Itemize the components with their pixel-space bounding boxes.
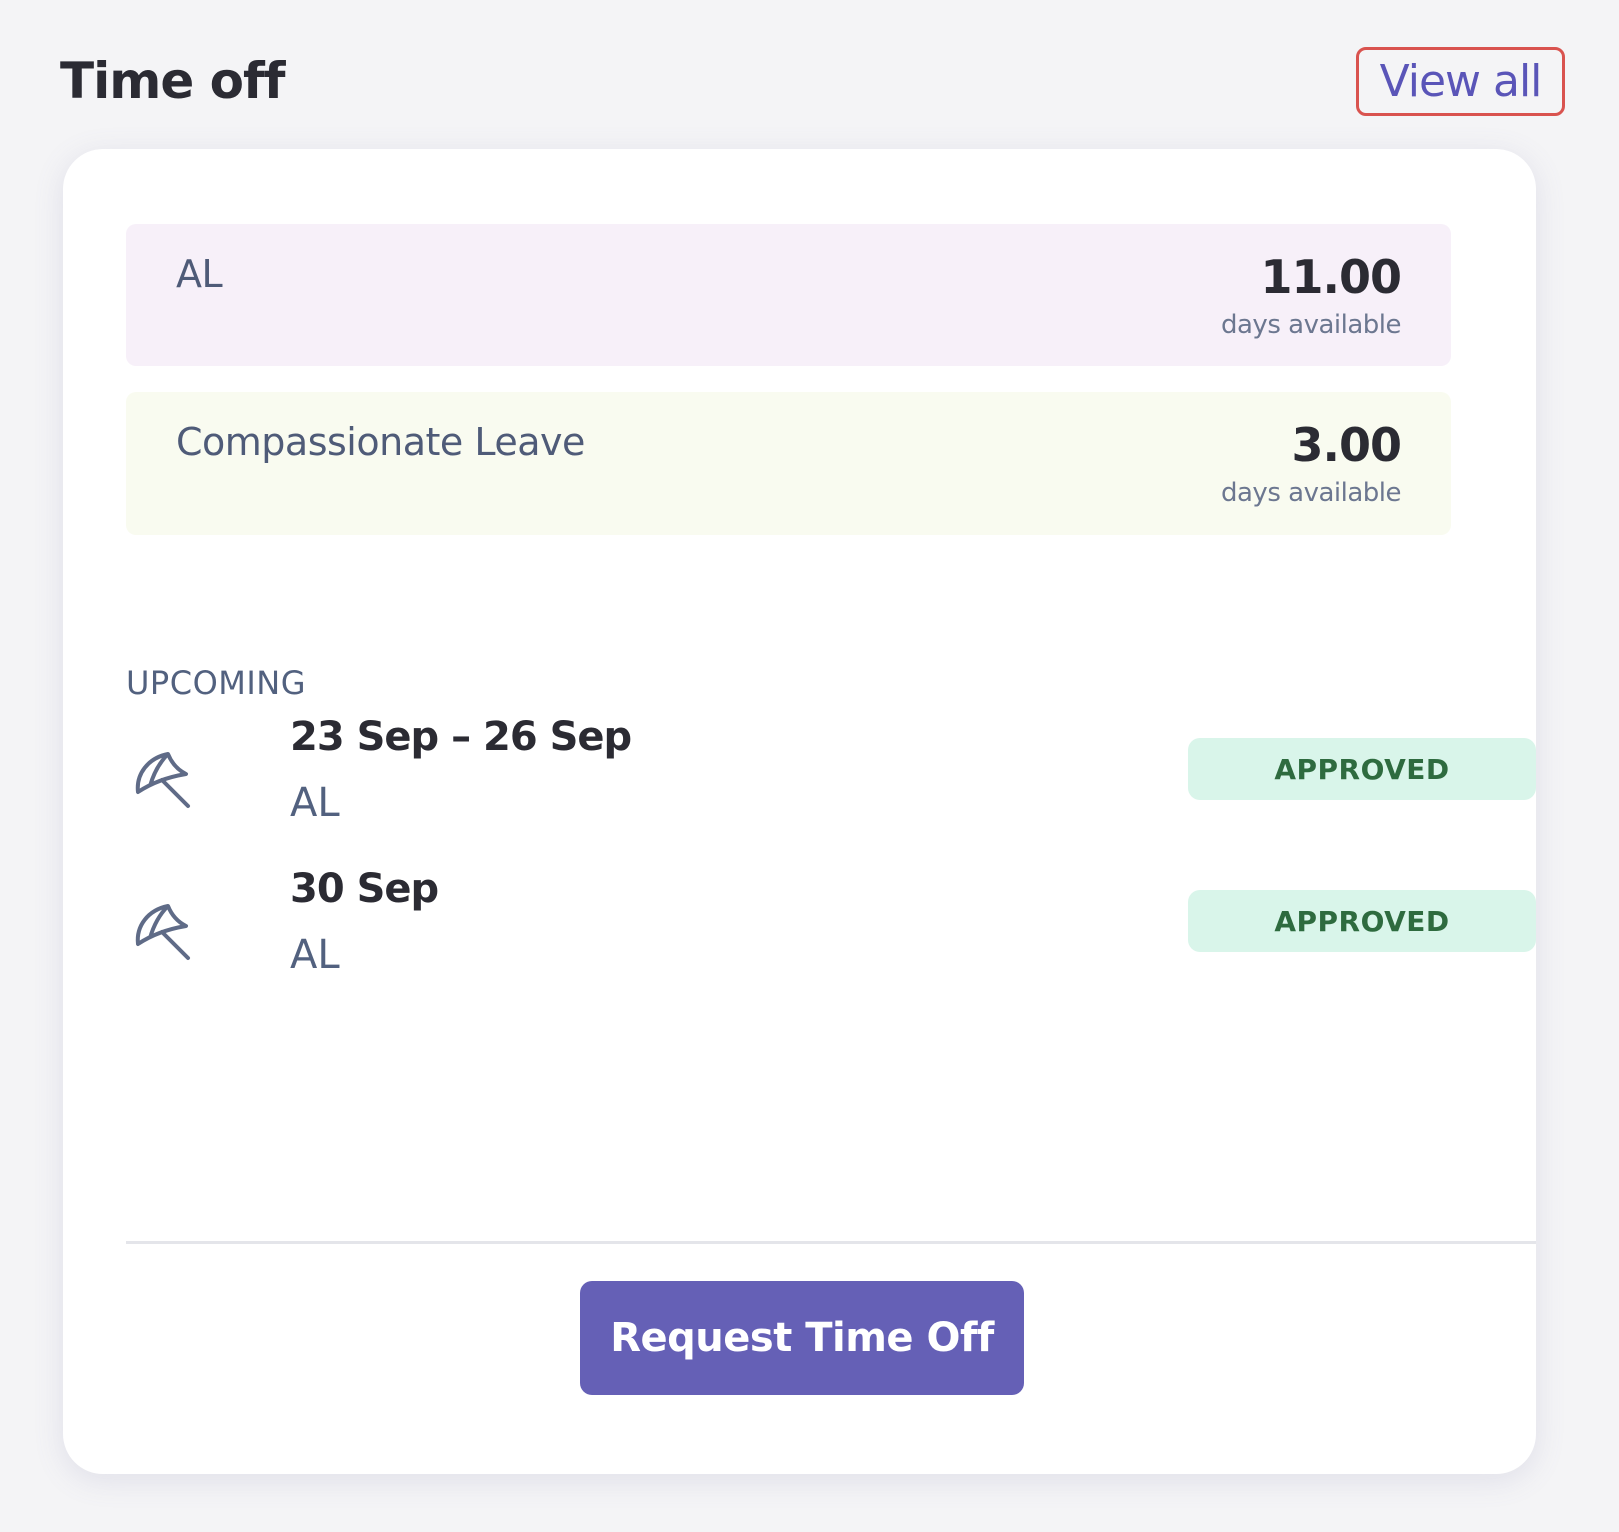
umbrella-icon [135, 904, 190, 960]
time-off-card: AL 11.00 days available Compassionate Le… [63, 149, 1536, 1474]
page-title: Time off [60, 52, 286, 110]
leave-type: AL [290, 932, 340, 978]
balance-value: 11.00 [1260, 250, 1402, 304]
umbrella-icon [135, 752, 190, 808]
balance-unit: days available [1221, 478, 1402, 508]
upcoming-leave-item[interactable]: 30 Sep AL APPROVED [126, 866, 1536, 991]
balance-name: AL [176, 252, 223, 296]
upcoming-leave-item[interactable]: 23 Sep – 26 Sep AL APPROVED [126, 714, 1536, 839]
balance-value: 3.00 [1291, 418, 1402, 472]
view-all-link[interactable]: View all [1356, 47, 1565, 116]
status-badge: APPROVED [1188, 738, 1536, 800]
request-time-off-button[interactable]: Request Time Off [580, 1281, 1024, 1395]
leave-dates: 30 Sep [290, 866, 439, 912]
leave-type: AL [290, 780, 340, 826]
divider [126, 1241, 1536, 1244]
balance-card-compassionate-leave: Compassionate Leave 3.00 days available [126, 392, 1451, 535]
balance-unit: days available [1221, 310, 1402, 340]
balance-name: Compassionate Leave [176, 420, 585, 464]
status-badge: APPROVED [1188, 890, 1536, 952]
balance-card-al: AL 11.00 days available [126, 224, 1451, 366]
upcoming-heading: UPCOMING [126, 664, 307, 702]
leave-dates: 23 Sep – 26 Sep [290, 714, 632, 760]
